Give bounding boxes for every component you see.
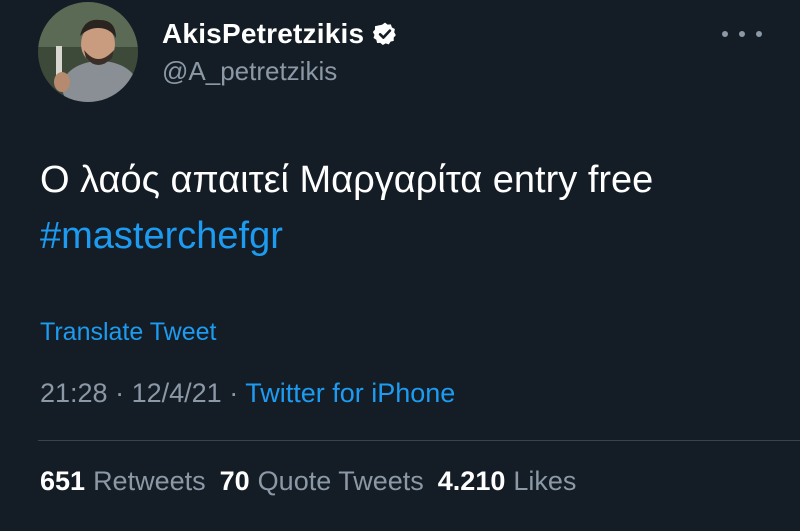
engagement-stats: 651 Retweets 70 Quote Tweets 4.210 Likes [40,466,576,497]
tweet-text: Ο λαός απαιτεί Μαργαρίτα entry free [40,159,654,201]
likes-stat[interactable]: 4.210 Likes [438,466,577,497]
verified-badge-icon [372,21,398,47]
likes-count: 4.210 [437,466,506,496]
more-dot [722,31,728,37]
avatar-photo [38,2,138,102]
divider [38,440,800,441]
more-dot [756,31,762,37]
tweet-source-link[interactable]: Twitter for iPhone [245,378,455,408]
hashtag-link[interactable]: #masterchefgr [40,208,780,264]
author-handle[interactable]: @A_petretzikis [162,56,337,87]
quote-tweets-label: Quote Tweets [257,466,424,496]
quote-tweets-stat[interactable]: 70 Quote Tweets [220,466,424,497]
retweets-stat[interactable]: 651 Retweets [40,466,206,497]
tweet-body: Ο λαός απαιτεί Μαργαρίτα entry free #mas… [40,152,780,264]
tweet-detail: AkisPetretzikis @A_petretzikis Ο λαός απ… [0,0,800,531]
likes-label: Likes [513,466,577,496]
author-display-name[interactable]: AkisPetretzikis [162,18,364,50]
more-options-icon[interactable] [722,22,762,46]
quote-tweets-count: 70 [219,466,250,496]
tweet-time[interactable]: 21:28 [40,378,108,408]
retweets-label: Retweets [93,466,206,496]
translate-tweet-link[interactable]: Translate Tweet [40,318,216,347]
meta-separator: · [115,378,125,408]
tweet-date[interactable]: 12/4/21 [132,378,222,408]
more-dot [739,31,745,37]
avatar[interactable] [38,2,138,102]
author-name-row[interactable]: AkisPetretzikis [162,14,398,54]
tweet-meta: 21:28 · 12/4/21 · Twitter for iPhone [40,378,455,409]
meta-separator: · [229,378,239,408]
retweets-count: 651 [40,466,86,496]
